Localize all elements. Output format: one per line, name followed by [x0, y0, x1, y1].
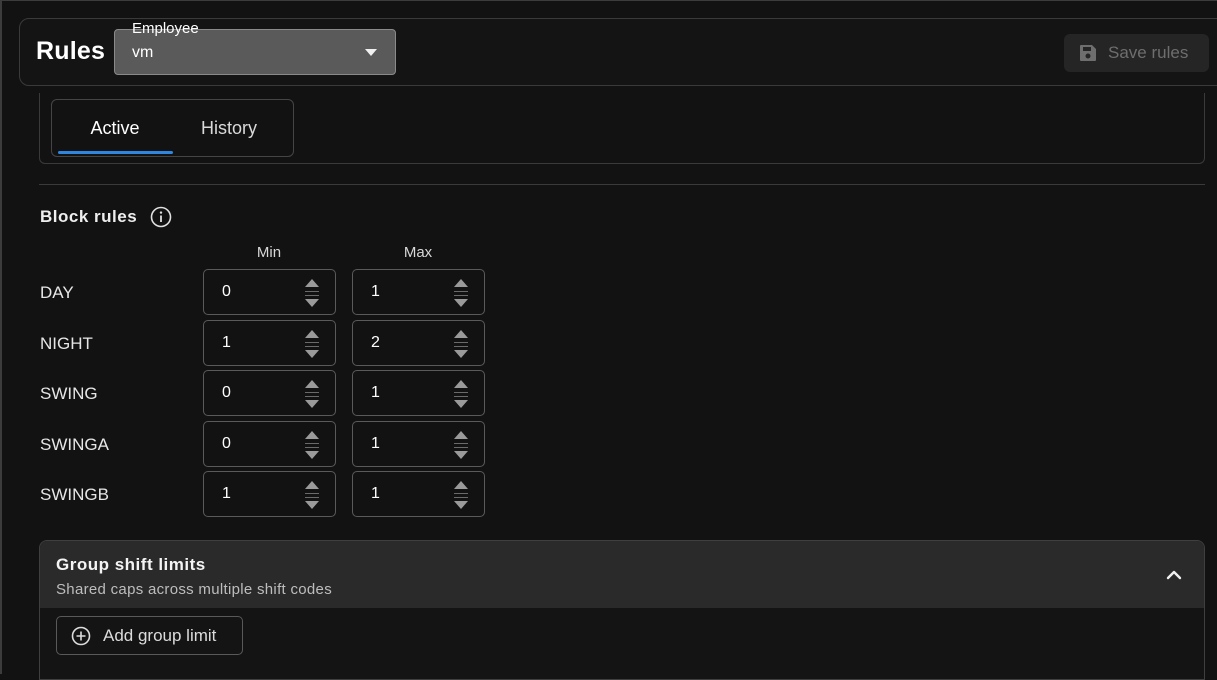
max-stepper-swingb[interactable]: 1 [352, 471, 485, 517]
group-limits-header[interactable]: Group shift limits Shared caps across mu… [40, 541, 1204, 608]
stepper-value: 0 [222, 384, 231, 401]
max-stepper-day[interactable]: 1 [352, 269, 485, 315]
spin-arrows-icon[interactable] [454, 380, 468, 408]
spin-arrows-icon[interactable] [454, 431, 468, 459]
group-limits-title: Group shift limits [56, 555, 206, 574]
save-rules-label: Save rules [1108, 43, 1189, 62]
min-stepper-swing[interactable]: 0 [203, 370, 336, 416]
stepper-value: 2 [371, 334, 380, 351]
stepper-value: 1 [222, 334, 231, 351]
stepper-value: 1 [371, 283, 380, 300]
add-group-limit-label: Add group limit [103, 625, 217, 645]
stepper-value: 1 [371, 435, 380, 452]
page-title: Rules [36, 37, 106, 65]
rule-label-swingb: SWINGB [40, 485, 109, 504]
stepper-value: 1 [222, 485, 231, 502]
spin-arrows-icon[interactable] [305, 481, 319, 509]
info-icon[interactable] [150, 206, 172, 233]
chevron-up-icon[interactable] [1166, 567, 1182, 585]
group-limits-accordion: Group shift limits Shared caps across mu… [39, 540, 1205, 680]
min-stepper-night[interactable]: 1 [203, 320, 336, 366]
active-tab-indicator [58, 151, 173, 154]
max-stepper-swing[interactable]: 1 [352, 370, 485, 416]
save-rules-button[interactable]: Save rules [1064, 34, 1209, 72]
spin-arrows-icon[interactable] [454, 330, 468, 358]
add-group-limit-button[interactable]: Add group limit [56, 616, 243, 655]
section-divider [39, 184, 1205, 185]
rule-label-swing: SWING [40, 384, 98, 403]
app-frame: Rules vm Employee Save rules Active Hist… [0, 0, 1217, 680]
stepper-value: 0 [222, 283, 231, 300]
min-stepper-day[interactable]: 0 [203, 269, 336, 315]
max-stepper-night[interactable]: 2 [352, 320, 485, 366]
stepper-value: 1 [371, 485, 380, 502]
spin-arrows-icon[interactable] [305, 380, 319, 408]
max-column-header: Max [403, 244, 433, 261]
min-stepper-swinga[interactable]: 0 [203, 421, 336, 467]
rule-label-night: NIGHT [40, 334, 93, 353]
spin-arrows-icon[interactable] [305, 431, 319, 459]
tab-active[interactable]: Active [58, 100, 172, 156]
plus-circle-icon [71, 626, 91, 646]
min-stepper-swingb[interactable]: 1 [203, 471, 336, 517]
stepper-value: 1 [371, 384, 380, 401]
group-limits-subtitle: Shared caps across multiple shift codes [56, 581, 332, 598]
spin-arrows-icon[interactable] [454, 481, 468, 509]
stepper-value: 0 [222, 435, 231, 452]
tabs-group: Active History [51, 99, 294, 157]
rule-label-day: DAY [40, 283, 74, 302]
employee-select-label: Employee [132, 20, 199, 37]
floppy-disk-icon [1079, 44, 1097, 62]
block-rules-title: Block rules [40, 207, 138, 226]
tab-history[interactable]: History [172, 100, 286, 156]
max-stepper-swinga[interactable]: 1 [352, 421, 485, 467]
spin-arrows-icon[interactable] [454, 279, 468, 307]
employee-select-value: vm [132, 44, 154, 61]
min-column-header: Min [256, 244, 282, 261]
rule-label-swinga: SWINGA [40, 435, 109, 454]
caret-down-icon [365, 49, 377, 56]
spin-arrows-icon[interactable] [305, 279, 319, 307]
spin-arrows-icon[interactable] [305, 330, 319, 358]
